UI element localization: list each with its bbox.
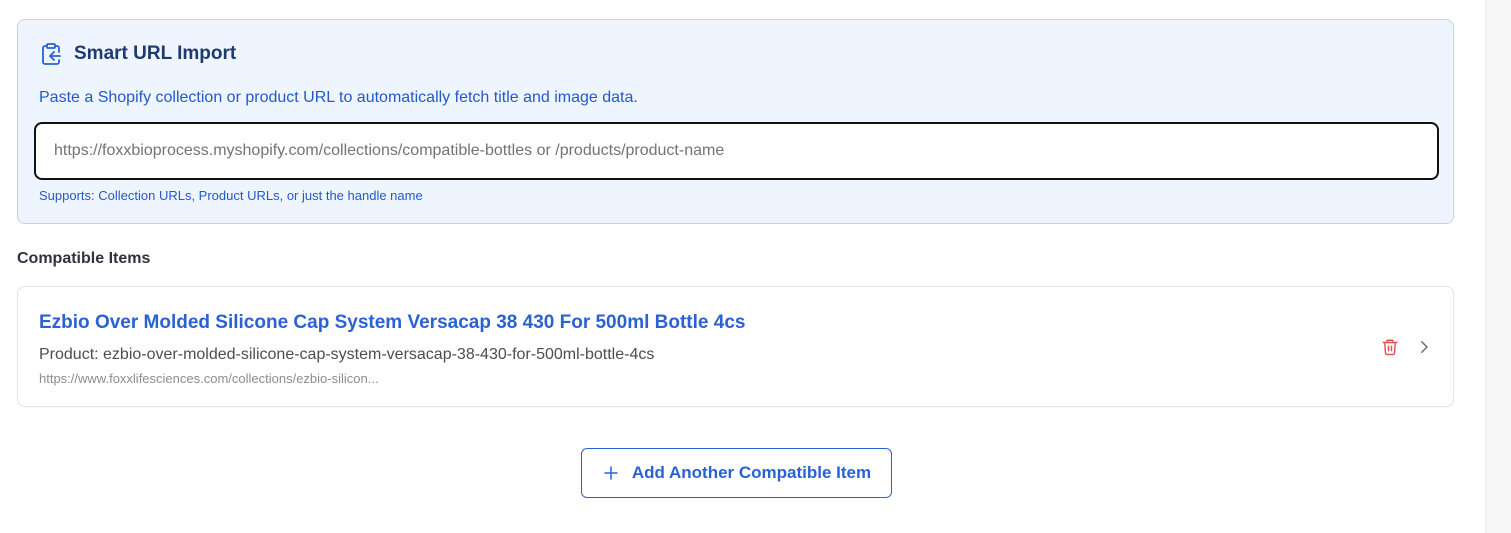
compatible-item-card[interactable]: Ezbio Over Molded Silicone Cap System Ve…: [17, 286, 1454, 407]
url-import-input[interactable]: [34, 122, 1439, 180]
compatible-items-label: Compatible Items: [17, 250, 151, 267]
clipboard-import-icon: [39, 42, 63, 66]
import-header: Smart URL Import: [39, 42, 236, 66]
chevron-right-icon: [1415, 338, 1433, 356]
import-title: Smart URL Import: [74, 43, 237, 64]
add-button-label: Add Another Compatible Item: [631, 463, 872, 482]
trash-icon: [1381, 338, 1399, 356]
delete-item-button[interactable]: [1379, 336, 1401, 358]
import-hint: Supports: Collection URLs, Product URLs,…: [39, 188, 423, 203]
scrollbar-track[interactable]: [1485, 0, 1511, 533]
item-title[interactable]: Ezbio Over Molded Silicone Cap System Ve…: [39, 312, 745, 334]
add-compatible-item-button[interactable]: Add Another Compatible Item: [581, 448, 892, 498]
plus-icon: [602, 464, 620, 482]
item-url: https://www.foxxlifesciences.com/collect…: [39, 371, 379, 386]
expand-item-button[interactable]: [1413, 336, 1435, 358]
import-description: Paste a Shopify collection or product UR…: [39, 89, 638, 106]
smart-url-import-panel: Smart URL Import Paste a Shopify collect…: [17, 19, 1454, 224]
item-product-handle: Product: ezbio-over-molded-silicone-cap-…: [39, 346, 655, 363]
page: Smart URL Import Paste a Shopify collect…: [0, 0, 1511, 533]
